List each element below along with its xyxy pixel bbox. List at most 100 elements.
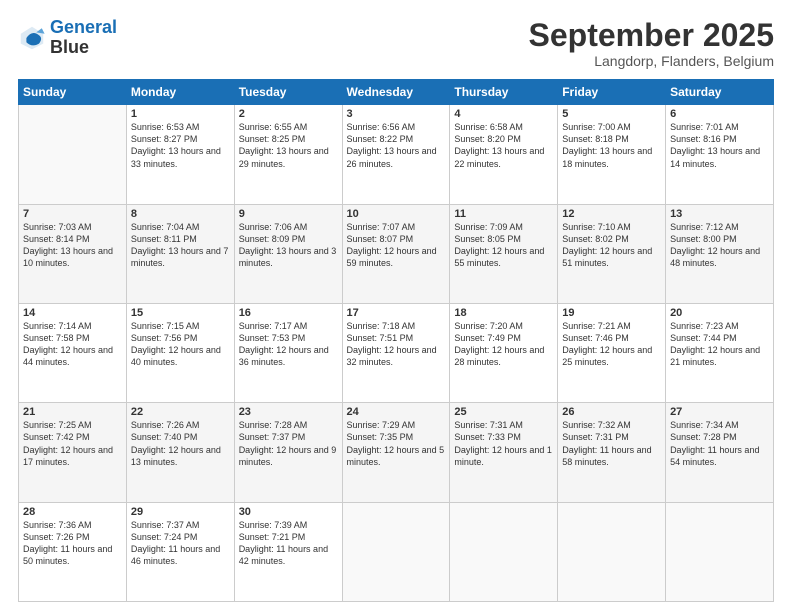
day-number: 26 — [562, 406, 661, 418]
table-row: 23 Sunrise: 7:28 AMSunset: 7:37 PMDaylig… — [234, 403, 342, 502]
calendar-week-row: 14 Sunrise: 7:14 AMSunset: 7:58 PMDaylig… — [19, 303, 774, 402]
table-row: 12 Sunrise: 7:10 AMSunset: 8:02 PMDaylig… — [558, 204, 666, 303]
day-number: 22 — [131, 406, 230, 418]
title-block: September 2025 Langdorp, Flanders, Belgi… — [529, 18, 774, 69]
day-info: Sunrise: 7:25 AMSunset: 7:42 PMDaylight:… — [23, 419, 122, 468]
calendar-week-row: 1 Sunrise: 6:53 AMSunset: 8:27 PMDayligh… — [19, 105, 774, 204]
day-info: Sunrise: 7:15 AMSunset: 7:56 PMDaylight:… — [131, 320, 230, 369]
table-row: 10 Sunrise: 7:07 AMSunset: 8:07 PMDaylig… — [342, 204, 450, 303]
day-info: Sunrise: 7:07 AMSunset: 8:07 PMDaylight:… — [347, 221, 446, 270]
day-number: 1 — [131, 108, 230, 120]
col-thursday: Thursday — [450, 80, 558, 105]
table-row: 16 Sunrise: 7:17 AMSunset: 7:53 PMDaylig… — [234, 303, 342, 402]
table-row: 13 Sunrise: 7:12 AMSunset: 8:00 PMDaylig… — [666, 204, 774, 303]
day-info: Sunrise: 6:53 AMSunset: 8:27 PMDaylight:… — [131, 121, 230, 170]
day-info: Sunrise: 7:28 AMSunset: 7:37 PMDaylight:… — [239, 419, 338, 468]
calendar-week-row: 28 Sunrise: 7:36 AMSunset: 7:26 PMDaylig… — [19, 502, 774, 601]
day-number: 11 — [454, 208, 553, 220]
day-number: 9 — [239, 208, 338, 220]
col-wednesday: Wednesday — [342, 80, 450, 105]
day-number: 24 — [347, 406, 446, 418]
day-info: Sunrise: 7:01 AMSunset: 8:16 PMDaylight:… — [670, 121, 769, 170]
day-number: 15 — [131, 307, 230, 319]
table-row — [19, 105, 127, 204]
table-row: 8 Sunrise: 7:04 AMSunset: 8:11 PMDayligh… — [126, 204, 234, 303]
logo-icon — [18, 24, 46, 52]
day-info: Sunrise: 7:32 AMSunset: 7:31 PMDaylight:… — [562, 419, 661, 468]
day-number: 23 — [239, 406, 338, 418]
day-info: Sunrise: 7:20 AMSunset: 7:49 PMDaylight:… — [454, 320, 553, 369]
day-number: 12 — [562, 208, 661, 220]
page: General Blue September 2025 Langdorp, Fl… — [0, 0, 792, 612]
day-number: 27 — [670, 406, 769, 418]
day-info: Sunrise: 7:14 AMSunset: 7:58 PMDaylight:… — [23, 320, 122, 369]
table-row — [558, 502, 666, 601]
table-row: 17 Sunrise: 7:18 AMSunset: 7:51 PMDaylig… — [342, 303, 450, 402]
day-number: 28 — [23, 506, 122, 518]
day-number: 20 — [670, 307, 769, 319]
day-number: 29 — [131, 506, 230, 518]
table-row: 7 Sunrise: 7:03 AMSunset: 8:14 PMDayligh… — [19, 204, 127, 303]
day-number: 5 — [562, 108, 661, 120]
calendar-table: Sunday Monday Tuesday Wednesday Thursday… — [18, 79, 774, 602]
table-row: 14 Sunrise: 7:14 AMSunset: 7:58 PMDaylig… — [19, 303, 127, 402]
day-info: Sunrise: 7:18 AMSunset: 7:51 PMDaylight:… — [347, 320, 446, 369]
day-number: 7 — [23, 208, 122, 220]
table-row: 26 Sunrise: 7:32 AMSunset: 7:31 PMDaylig… — [558, 403, 666, 502]
table-row — [666, 502, 774, 601]
table-row — [342, 502, 450, 601]
col-tuesday: Tuesday — [234, 80, 342, 105]
day-number: 21 — [23, 406, 122, 418]
day-info: Sunrise: 7:26 AMSunset: 7:40 PMDaylight:… — [131, 419, 230, 468]
table-row: 20 Sunrise: 7:23 AMSunset: 7:44 PMDaylig… — [666, 303, 774, 402]
day-info: Sunrise: 7:09 AMSunset: 8:05 PMDaylight:… — [454, 221, 553, 270]
day-info: Sunrise: 7:36 AMSunset: 7:26 PMDaylight:… — [23, 519, 122, 568]
day-info: Sunrise: 7:12 AMSunset: 8:00 PMDaylight:… — [670, 221, 769, 270]
day-number: 30 — [239, 506, 338, 518]
day-number: 6 — [670, 108, 769, 120]
day-info: Sunrise: 7:37 AMSunset: 7:24 PMDaylight:… — [131, 519, 230, 568]
day-info: Sunrise: 7:31 AMSunset: 7:33 PMDaylight:… — [454, 419, 553, 468]
table-row — [450, 502, 558, 601]
day-number: 14 — [23, 307, 122, 319]
day-number: 3 — [347, 108, 446, 120]
day-number: 10 — [347, 208, 446, 220]
table-row: 29 Sunrise: 7:37 AMSunset: 7:24 PMDaylig… — [126, 502, 234, 601]
day-info: Sunrise: 6:58 AMSunset: 8:20 PMDaylight:… — [454, 121, 553, 170]
day-info: Sunrise: 6:56 AMSunset: 8:22 PMDaylight:… — [347, 121, 446, 170]
table-row: 25 Sunrise: 7:31 AMSunset: 7:33 PMDaylig… — [450, 403, 558, 502]
col-friday: Friday — [558, 80, 666, 105]
table-row: 21 Sunrise: 7:25 AMSunset: 7:42 PMDaylig… — [19, 403, 127, 502]
day-number: 25 — [454, 406, 553, 418]
table-row: 2 Sunrise: 6:55 AMSunset: 8:25 PMDayligh… — [234, 105, 342, 204]
logo: General Blue — [18, 18, 117, 58]
table-row: 3 Sunrise: 6:56 AMSunset: 8:22 PMDayligh… — [342, 105, 450, 204]
day-number: 17 — [347, 307, 446, 319]
table-row: 18 Sunrise: 7:20 AMSunset: 7:49 PMDaylig… — [450, 303, 558, 402]
month-title: September 2025 — [529, 18, 774, 53]
table-row: 15 Sunrise: 7:15 AMSunset: 7:56 PMDaylig… — [126, 303, 234, 402]
col-saturday: Saturday — [666, 80, 774, 105]
day-info: Sunrise: 7:03 AMSunset: 8:14 PMDaylight:… — [23, 221, 122, 270]
table-row: 22 Sunrise: 7:26 AMSunset: 7:40 PMDaylig… — [126, 403, 234, 502]
col-monday: Monday — [126, 80, 234, 105]
day-number: 8 — [131, 208, 230, 220]
day-info: Sunrise: 7:23 AMSunset: 7:44 PMDaylight:… — [670, 320, 769, 369]
day-number: 19 — [562, 307, 661, 319]
day-info: Sunrise: 7:04 AMSunset: 8:11 PMDaylight:… — [131, 221, 230, 270]
table-row: 19 Sunrise: 7:21 AMSunset: 7:46 PMDaylig… — [558, 303, 666, 402]
table-row: 30 Sunrise: 7:39 AMSunset: 7:21 PMDaylig… — [234, 502, 342, 601]
header: General Blue September 2025 Langdorp, Fl… — [18, 18, 774, 69]
day-number: 2 — [239, 108, 338, 120]
day-info: Sunrise: 6:55 AMSunset: 8:25 PMDaylight:… — [239, 121, 338, 170]
day-number: 16 — [239, 307, 338, 319]
calendar-week-row: 21 Sunrise: 7:25 AMSunset: 7:42 PMDaylig… — [19, 403, 774, 502]
table-row: 9 Sunrise: 7:06 AMSunset: 8:09 PMDayligh… — [234, 204, 342, 303]
day-info: Sunrise: 7:21 AMSunset: 7:46 PMDaylight:… — [562, 320, 661, 369]
logo-text: General Blue — [50, 18, 117, 58]
table-row: 4 Sunrise: 6:58 AMSunset: 8:20 PMDayligh… — [450, 105, 558, 204]
day-info: Sunrise: 7:10 AMSunset: 8:02 PMDaylight:… — [562, 221, 661, 270]
day-info: Sunrise: 7:39 AMSunset: 7:21 PMDaylight:… — [239, 519, 338, 568]
day-number: 13 — [670, 208, 769, 220]
logo-line2: Blue — [50, 38, 117, 58]
